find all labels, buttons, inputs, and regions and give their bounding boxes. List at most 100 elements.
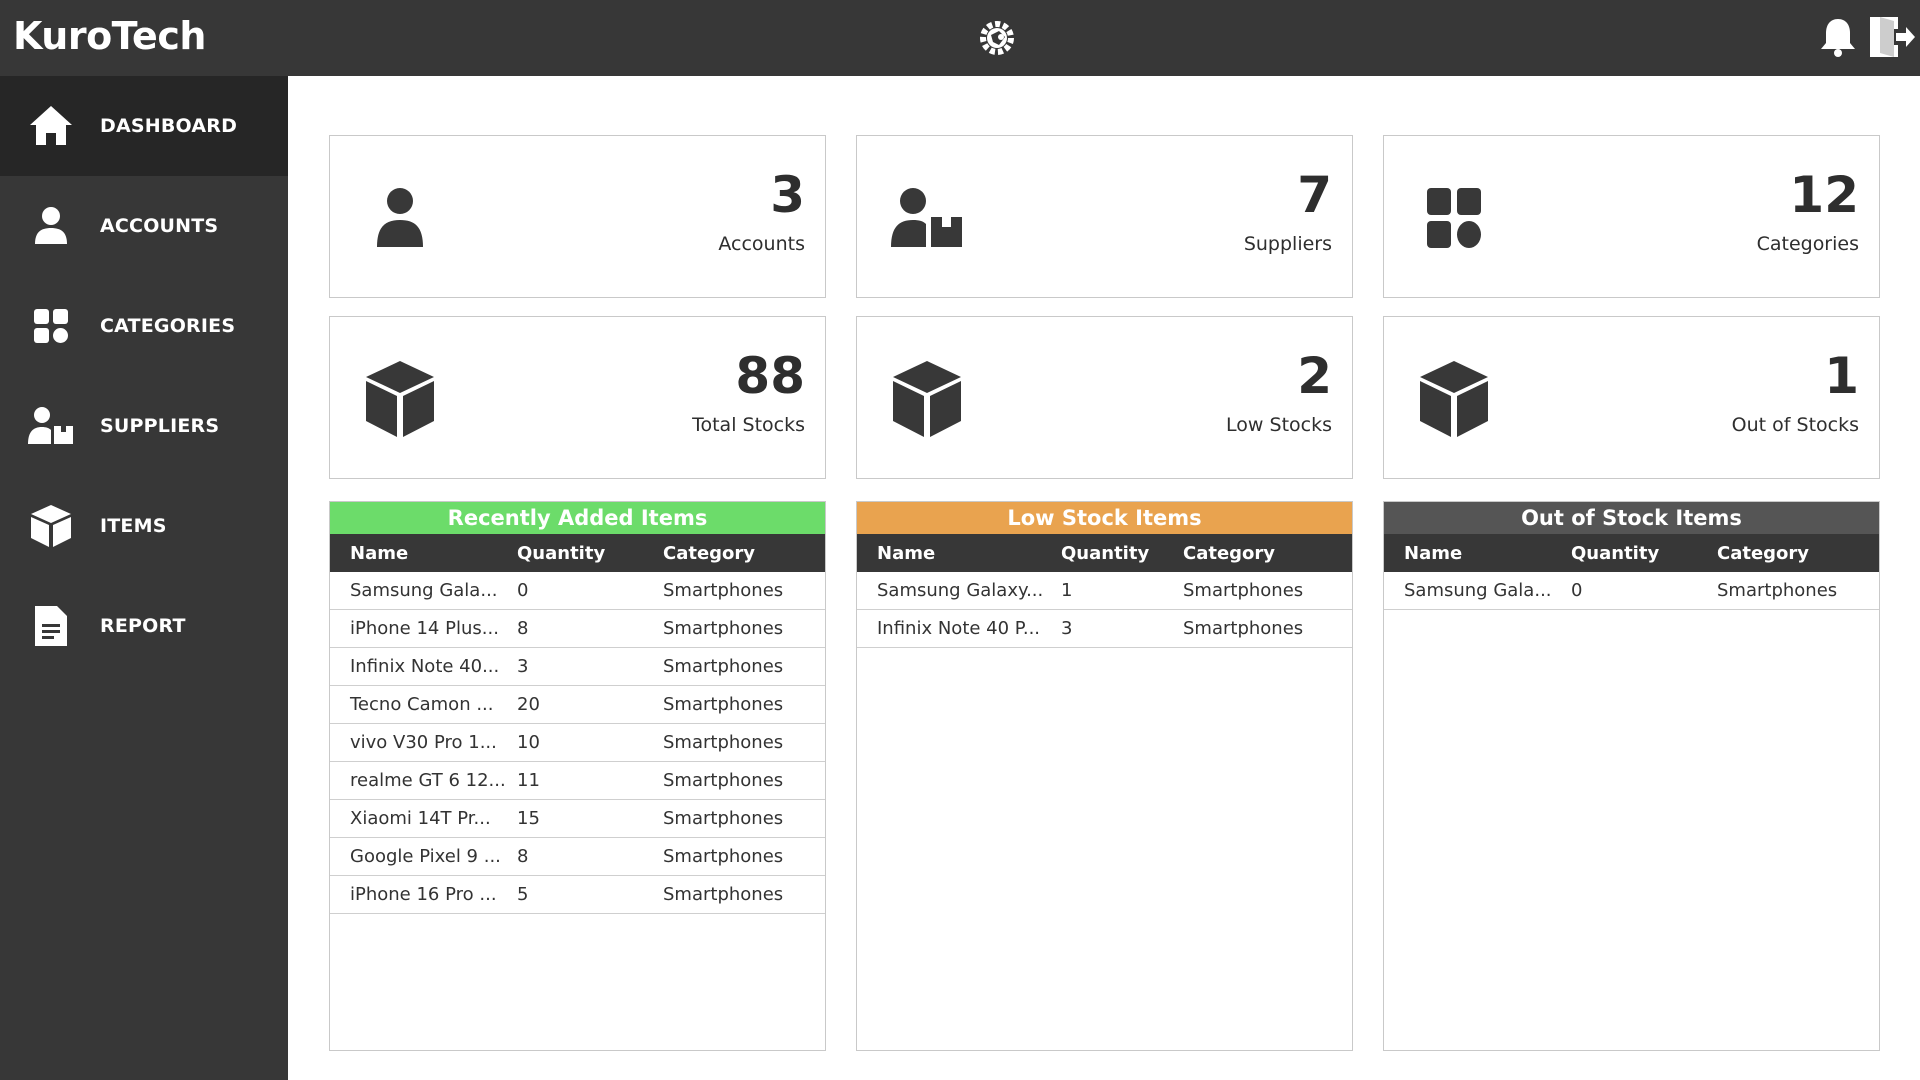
table-row[interactable]: vivo V30 Pro 1... 10 Smartphones (330, 724, 825, 762)
column-header-quantity[interactable]: Quantity (1061, 543, 1183, 564)
bell-icon[interactable] (1816, 15, 1860, 59)
stat-label: Out of Stocks (1731, 414, 1859, 436)
table-body: Samsung Gala... 0 Smartphones iPhone 14 Plu… (330, 572, 825, 914)
low-stocks-card[interactable]: 2 Low Stocks (856, 316, 1353, 479)
cell-name: Google Pixel 9 ... (350, 846, 501, 867)
gear-logo-icon (972, 13, 1022, 63)
categories-card[interactable]: 12 Categories (1383, 135, 1880, 298)
table-row[interactable]: iPhone 14 Plus... 8 Smartphones (330, 610, 825, 648)
sidebar: DASHBOARD ACCOUNTS CATEGORIES SUPPLIERS … (0, 76, 288, 1080)
cell-category: Smartphones (1717, 580, 1838, 601)
app-title: KuroTech (13, 14, 206, 58)
column-header-name[interactable]: Name (1384, 543, 1571, 564)
cell-quantity: 1 (1061, 580, 1073, 601)
cell-name: Xiaomi 14T Pr... (350, 808, 491, 829)
total-stocks-card[interactable]: 88 Total Stocks (329, 316, 826, 479)
cell-quantity: 11 (517, 770, 540, 791)
table-body: Samsung Galaxy... 1 Smartphones Infinix Not… (857, 572, 1352, 648)
cell-quantity: 15 (517, 808, 540, 829)
out-of-stocks-card[interactable]: 1 Out of Stocks (1383, 316, 1880, 479)
table-row[interactable]: Samsung Galaxy... 1 Smartphones (857, 572, 1352, 610)
accounts-card[interactable]: 3 Accounts (329, 135, 826, 298)
cell-name: Infinix Note 40 P... (877, 618, 1041, 639)
cell-name: vivo V30 Pro 1... (350, 732, 497, 753)
cell-quantity: 0 (517, 580, 529, 601)
user-icon (26, 201, 76, 251)
box-icon (1414, 359, 1494, 439)
table-body: Samsung Gala... 0 Smartphones (1384, 572, 1879, 610)
table-row[interactable]: Samsung Gala... 0 Smartphones (330, 572, 825, 610)
column-header-name[interactable]: Name (857, 543, 1061, 564)
stat-value: 1 (1824, 347, 1859, 405)
table-header: Name Quantity Category (1384, 534, 1879, 572)
user-icon (360, 178, 440, 258)
dashboard-main: 3 Accounts 7 Suppliers 12 Categories 88 … (288, 76, 1920, 1080)
cell-name: Samsung Galaxy... (877, 580, 1044, 601)
panel-title: Out of Stock Items (1384, 502, 1879, 534)
stat-value: 7 (1297, 166, 1332, 224)
cell-category: Smartphones (1183, 580, 1304, 601)
cell-quantity: 3 (1061, 618, 1073, 639)
stat-label: Categories (1756, 233, 1859, 255)
table-row[interactable]: Infinix Note 40 P... 3 Smartphones (857, 610, 1352, 648)
cell-quantity: 0 (1571, 580, 1583, 601)
grid-icon (1414, 178, 1494, 258)
cell-category: Smartphones (1183, 618, 1304, 639)
sidebar-item-label: ACCOUNTS (100, 215, 219, 237)
column-header-category[interactable]: Category (663, 543, 825, 564)
table-row[interactable]: realme GT 6 12... 11 Smartphones (330, 762, 825, 800)
sidebar-item-suppliers[interactable]: SUPPLIERS (0, 376, 288, 476)
cell-category: Smartphones (663, 808, 784, 829)
column-header-quantity[interactable]: Quantity (1571, 543, 1717, 564)
table-row[interactable]: Tecno Camon ... 20 Smartphones (330, 686, 825, 724)
stat-label: Accounts (718, 233, 805, 255)
cell-quantity: 8 (517, 846, 529, 867)
cell-quantity: 8 (517, 618, 529, 639)
sidebar-item-categories[interactable]: CATEGORIES (0, 276, 288, 376)
stat-value: 12 (1789, 166, 1859, 224)
cell-category: Smartphones (663, 770, 784, 791)
cell-name: Samsung Gala... (350, 580, 498, 601)
column-header-category[interactable]: Category (1717, 543, 1879, 564)
sidebar-item-items[interactable]: ITEMS (0, 476, 288, 576)
table-row[interactable]: Infinix Note 40... 3 Smartphones (330, 648, 825, 686)
sidebar-item-label: ITEMS (100, 515, 167, 537)
table-row[interactable]: Google Pixel 9 ... 8 Smartphones (330, 838, 825, 876)
sidebar-item-accounts[interactable]: ACCOUNTS (0, 176, 288, 276)
recent-items-panel: Recently Added Items Name Quantity Categ… (329, 501, 826, 1051)
cell-name: realme GT 6 12... (350, 770, 506, 791)
table-header: Name Quantity Category (330, 534, 825, 572)
cell-category: Smartphones (663, 694, 784, 715)
panel-title: Recently Added Items (330, 502, 825, 534)
document-icon (26, 601, 76, 651)
column-header-category[interactable]: Category (1183, 543, 1352, 564)
supplier-icon (26, 401, 76, 451)
column-header-quantity[interactable]: Quantity (517, 543, 663, 564)
low-stock-panel: Low Stock Items Name Quantity Category S… (856, 501, 1353, 1051)
out-of-stock-panel: Out of Stock Items Name Quantity Categor… (1383, 501, 1880, 1051)
cell-name: iPhone 16 Pro ... (350, 884, 497, 905)
sidebar-item-label: CATEGORIES (100, 315, 236, 337)
column-header-name[interactable]: Name (330, 543, 517, 564)
cell-category: Smartphones (663, 580, 784, 601)
table-row[interactable]: Samsung Gala... 0 Smartphones (1384, 572, 1879, 610)
sidebar-item-dashboard[interactable]: DASHBOARD (0, 76, 288, 176)
table-row[interactable]: iPhone 16 Pro ... 5 Smartphones (330, 876, 825, 914)
table-row[interactable]: Xiaomi 14T Pr... 15 Smartphones (330, 800, 825, 838)
top-bar: KuroTech (0, 0, 1920, 76)
grid-icon (26, 301, 76, 351)
sidebar-item-label: SUPPLIERS (100, 415, 220, 437)
cell-name: Infinix Note 40... (350, 656, 500, 677)
sidebar-item-report[interactable]: REPORT (0, 576, 288, 676)
cell-category: Smartphones (663, 884, 784, 905)
cell-quantity: 3 (517, 656, 529, 677)
cell-quantity: 20 (517, 694, 540, 715)
panel-title: Low Stock Items (857, 502, 1352, 534)
cell-quantity: 10 (517, 732, 540, 753)
stat-value: 88 (735, 347, 805, 405)
stat-value: 3 (770, 166, 805, 224)
suppliers-card[interactable]: 7 Suppliers (856, 135, 1353, 298)
cell-category: Smartphones (663, 846, 784, 867)
logout-icon[interactable] (1866, 13, 1916, 61)
cell-name: Samsung Gala... (1404, 580, 1552, 601)
